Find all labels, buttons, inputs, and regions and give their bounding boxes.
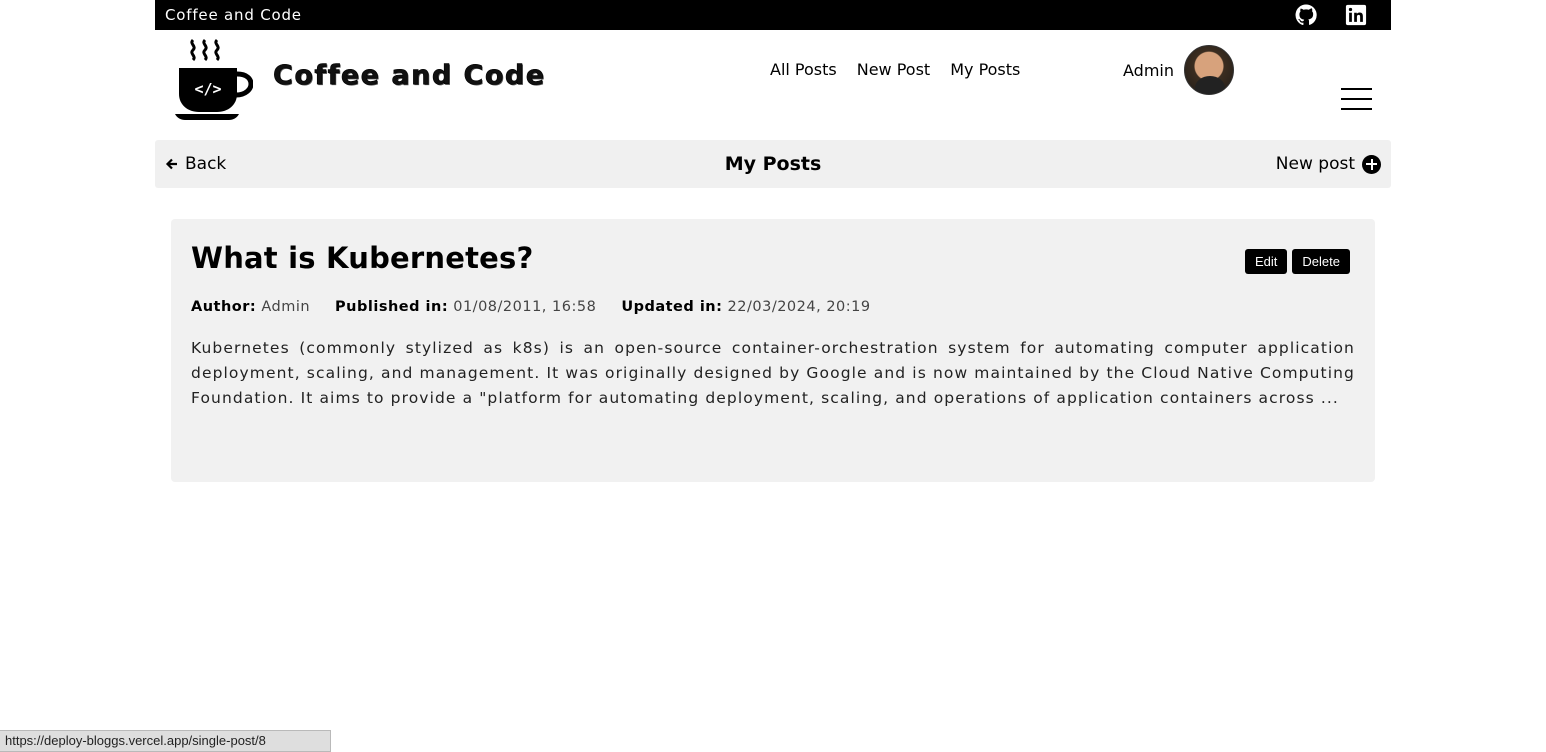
delete-button[interactable]: Delete — [1292, 249, 1350, 274]
post-excerpt: Kubernetes (commonly stylized as k8s) is… — [191, 339, 1355, 407]
edit-button[interactable]: Edit — [1245, 249, 1288, 274]
linkedin-icon[interactable] — [1345, 4, 1367, 26]
nav-all-posts[interactable]: All Posts — [770, 60, 837, 79]
top-bar-brand: Coffee and Code — [165, 6, 302, 24]
site-logo-text[interactable]: Coffee and Code — [273, 60, 546, 92]
user-name: Admin — [1123, 60, 1174, 80]
main-nav: All Posts New Post My Posts — [770, 60, 1020, 79]
github-icon[interactable] — [1295, 4, 1317, 26]
post-meta: Author: Admin Published in: 01/08/2011, … — [191, 299, 871, 315]
plus-circle-icon — [1362, 154, 1381, 174]
coffee-cup-logo-icon[interactable]: </> — [175, 38, 253, 122]
avatar[interactable] — [1184, 45, 1234, 95]
post-updated: Updated in: 22/03/2024, 20:19 — [621, 299, 871, 315]
nav-my-posts[interactable]: My Posts — [950, 60, 1020, 79]
post-author: Author: Admin — [191, 299, 311, 315]
post-card[interactable]: What is Kubernetes? Edit Delete Author: … — [171, 219, 1375, 482]
page-wrapper: Coffee and Code </> Coffee and Code All … — [155, 0, 1391, 188]
new-post-label: New post — [1275, 154, 1355, 174]
site-header: </> Coffee and Code All Posts New Post M… — [155, 30, 1391, 140]
page-title: My Posts — [724, 153, 822, 175]
post-published: Published in: 01/08/2011, 16:58 — [335, 299, 597, 315]
nav-new-post[interactable]: New Post — [857, 60, 930, 79]
svg-text:</>: </> — [194, 80, 221, 98]
user-menu[interactable]: Admin — [1123, 45, 1234, 95]
status-bar-url: https://deploy-bloggs.vercel.app/single-… — [0, 730, 331, 752]
top-bar: Coffee and Code — [155, 0, 1391, 30]
page-toolbar: Back My Posts New post — [155, 140, 1391, 188]
post-title[interactable]: What is Kubernetes? — [191, 241, 534, 275]
new-post-button[interactable]: New post — [1276, 154, 1381, 174]
post-actions: Edit Delete — [1245, 249, 1350, 274]
hamburger-menu-icon[interactable] — [1341, 88, 1372, 110]
